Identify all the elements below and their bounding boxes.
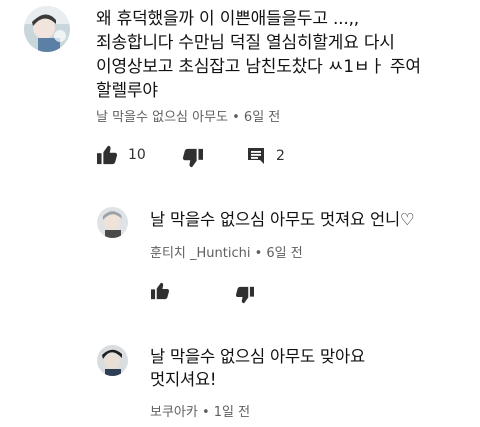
like-button[interactable]: 10 [96, 145, 146, 165]
reply-meta[interactable]: 훈티치 _Huntichi • 6일 전 [150, 242, 303, 261]
thumbs-up-icon [150, 282, 170, 300]
thumbs-up-icon [96, 145, 118, 165]
like-count: 10 [128, 147, 146, 163]
reply-meta[interactable]: 보쿠아카 • 1일 전 [150, 401, 250, 420]
reply-like-button[interactable] [150, 282, 170, 300]
comment-meta[interactable]: 날 막을수 없으심 아무도 • 6일 전 [96, 106, 280, 125]
reply-dislike-button[interactable] [235, 286, 255, 304]
reply-avatar[interactable] [97, 207, 128, 238]
comment-icon [246, 146, 266, 166]
thumbs-down-icon [182, 148, 204, 168]
reply-body: 날 막을수 없으심 아무도 멋져요 언니♡ [150, 210, 415, 229]
thumbs-down-icon [235, 286, 255, 304]
comment-line: 왜 휴덕했을까 이 이쁜애들을두고 ...,, [96, 9, 359, 29]
reply-count: 2 [276, 148, 285, 164]
reply-avatar[interactable] [97, 345, 128, 376]
dislike-button[interactable] [182, 148, 204, 168]
comment-line: 죄송합니다 수만님 덕질 열심히할게요 다시 [96, 33, 395, 53]
reply-line: 멋지셔요! [150, 370, 217, 389]
commenter-avatar[interactable] [24, 6, 70, 52]
reply-line: 날 막을수 없으심 아무도 맞아요 [150, 347, 365, 366]
comment-body: 왜 휴덕했을까 이 이쁜애들을두고 ...,, 죄송합니다 수만님 덕질 열심히… [96, 8, 476, 102]
comment-line: 할렐루야 [96, 81, 158, 101]
reply-body: 날 막을수 없으심 아무도 맞아요 멋지셔요! [150, 346, 365, 391]
reply-button[interactable]: 2 [246, 146, 285, 166]
comment-line: 이영상보고 초심잡고 남친도찼다 ㅆ1ㅂㅏ 주여 [96, 57, 421, 77]
